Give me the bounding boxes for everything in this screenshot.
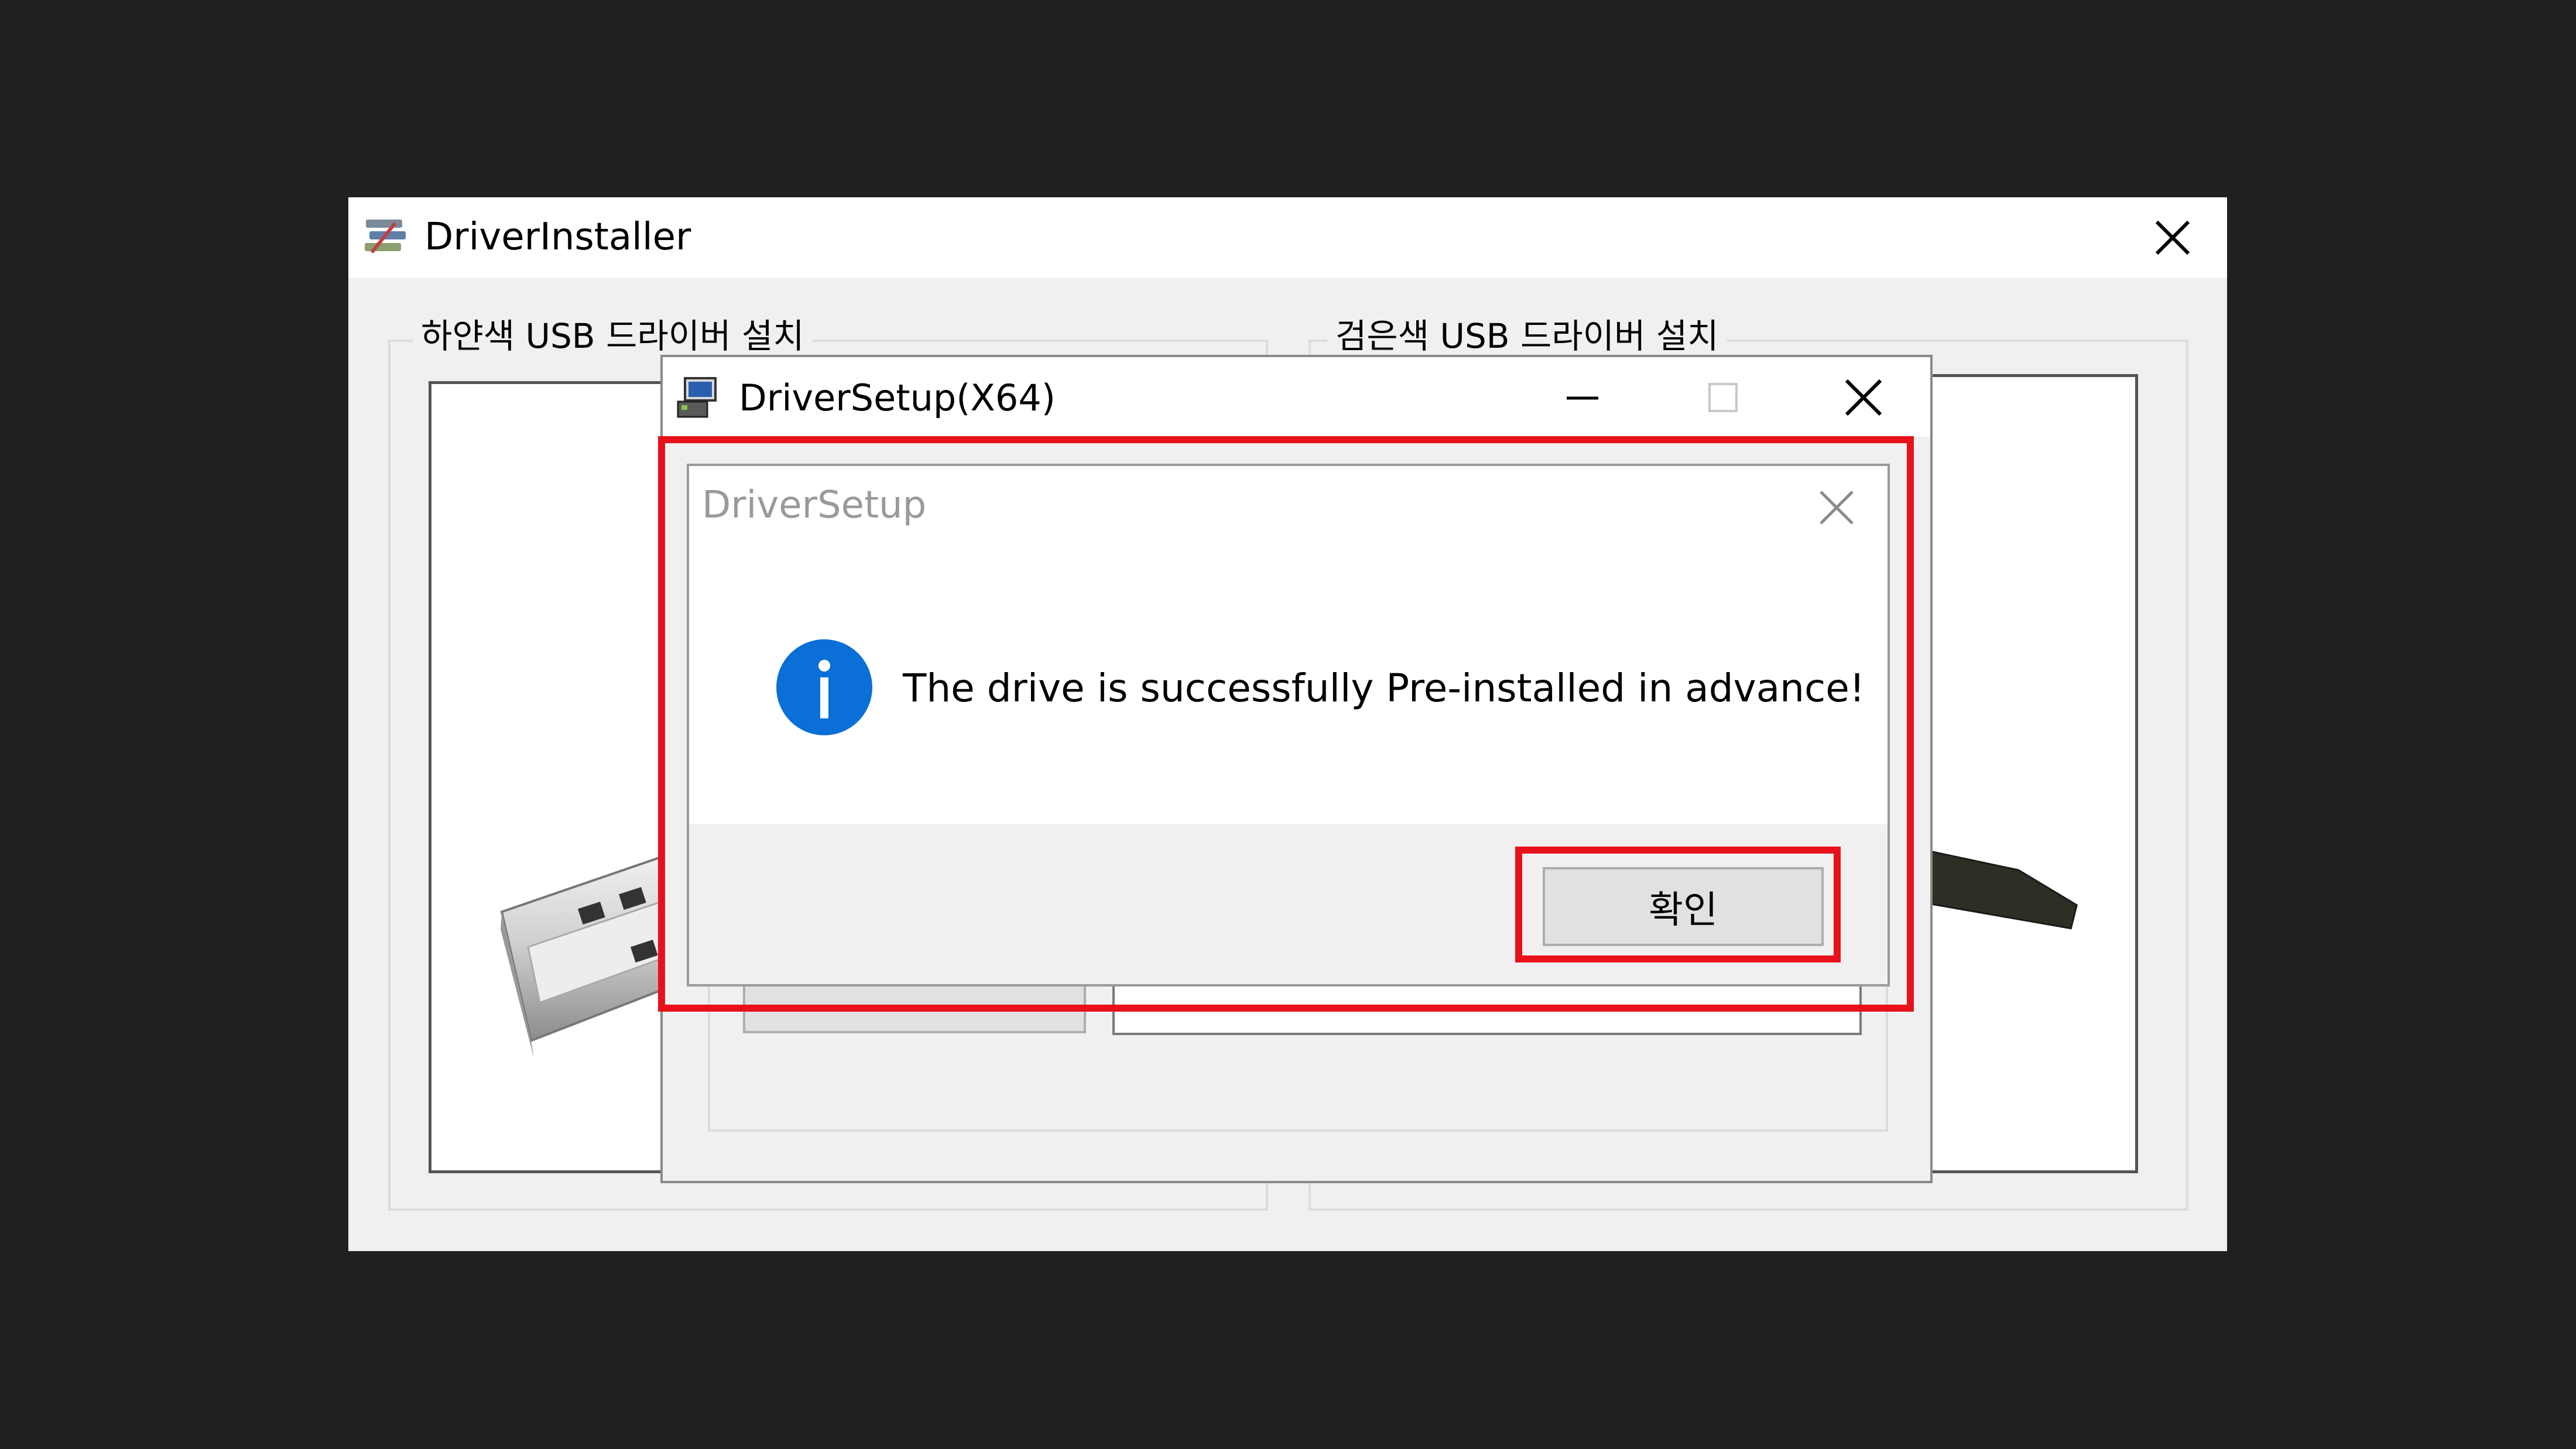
message-dialog: DriverSetup The drive is successfully Pr… xyxy=(687,464,1890,986)
installer-title: DriverInstaller xyxy=(424,215,691,259)
setup-app-icon xyxy=(677,377,717,418)
black-usb-group-label: 검은색 USB 드라이버 설치 xyxy=(1327,314,1727,358)
message-dialog-title: DriverSetup xyxy=(702,484,927,527)
installer-close-icon[interactable] xyxy=(2152,217,2193,258)
white-usb-group-label: 하얀색 USB 드라이버 설치 xyxy=(413,314,813,358)
setup-titlebar: DriverSetup(X64) xyxy=(663,357,1930,437)
maximize-icon[interactable] xyxy=(1697,371,1749,424)
setup-close-icon[interactable] xyxy=(1837,371,1890,424)
installer-titlebar: DriverInstaller xyxy=(348,197,2227,278)
setup-title: DriverSetup(X64) xyxy=(739,376,1056,419)
minimize-icon[interactable] xyxy=(1556,371,1609,424)
ok-button[interactable]: 확인 xyxy=(1543,867,1824,946)
message-text: The drive is successfully Pre-installed … xyxy=(903,666,1865,711)
message-close-icon[interactable] xyxy=(1816,487,1857,528)
installer-app-icon xyxy=(365,220,406,254)
info-icon xyxy=(776,639,872,735)
